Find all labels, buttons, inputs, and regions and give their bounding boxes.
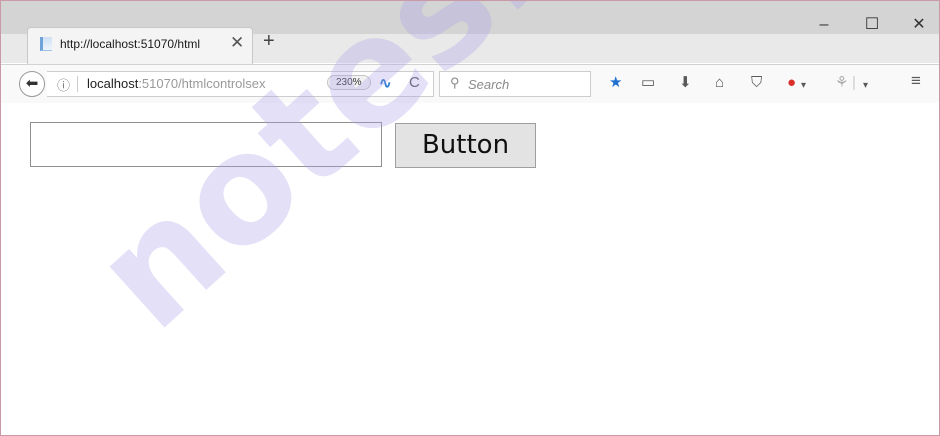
adblock-dropdown-icon[interactable]: ▾ — [801, 78, 806, 93]
url-host: localhost — [87, 76, 139, 91]
overflow-dropdown-icon[interactable]: ▾ — [863, 78, 868, 93]
browser-window: http://localhost:51070/html ✕ + – ☐ ✕ ⬅ … — [0, 0, 940, 436]
minimize-button[interactable]: – — [809, 17, 839, 33]
menu-hamburger-icon[interactable]: ≡ — [911, 72, 921, 89]
tab-active[interactable]: http://localhost:51070/html ✕ — [27, 27, 253, 66]
extension-icon[interactable]: ⚘ — [835, 75, 848, 90]
maximize-button[interactable]: ☐ — [857, 17, 887, 33]
close-window-button[interactable]: ✕ — [904, 17, 934, 33]
home-icon[interactable]: ⌂ — [715, 75, 724, 90]
back-arrow-icon: ⬅ — [25, 75, 39, 92]
download-icon[interactable]: ⬇ — [679, 75, 692, 90]
clipboard-icon[interactable]: ▭ — [641, 75, 655, 90]
adblock-icon[interactable]: ● — [787, 75, 796, 90]
tab-close-icon[interactable]: ✕ — [230, 33, 244, 53]
pocket-icon[interactable]: ⛉ — [751, 75, 762, 90]
page-favicon-icon — [40, 37, 52, 51]
url-separator — [77, 76, 78, 92]
toolbar-separator: | — [852, 74, 856, 91]
bookmark-star-icon[interactable]: ★ — [609, 75, 622, 90]
tab-title: http://localhost:51070/html — [60, 37, 201, 51]
site-info-icon[interactable]: ⓘ — [57, 75, 70, 94]
back-button[interactable]: ⬅ — [19, 71, 45, 97]
